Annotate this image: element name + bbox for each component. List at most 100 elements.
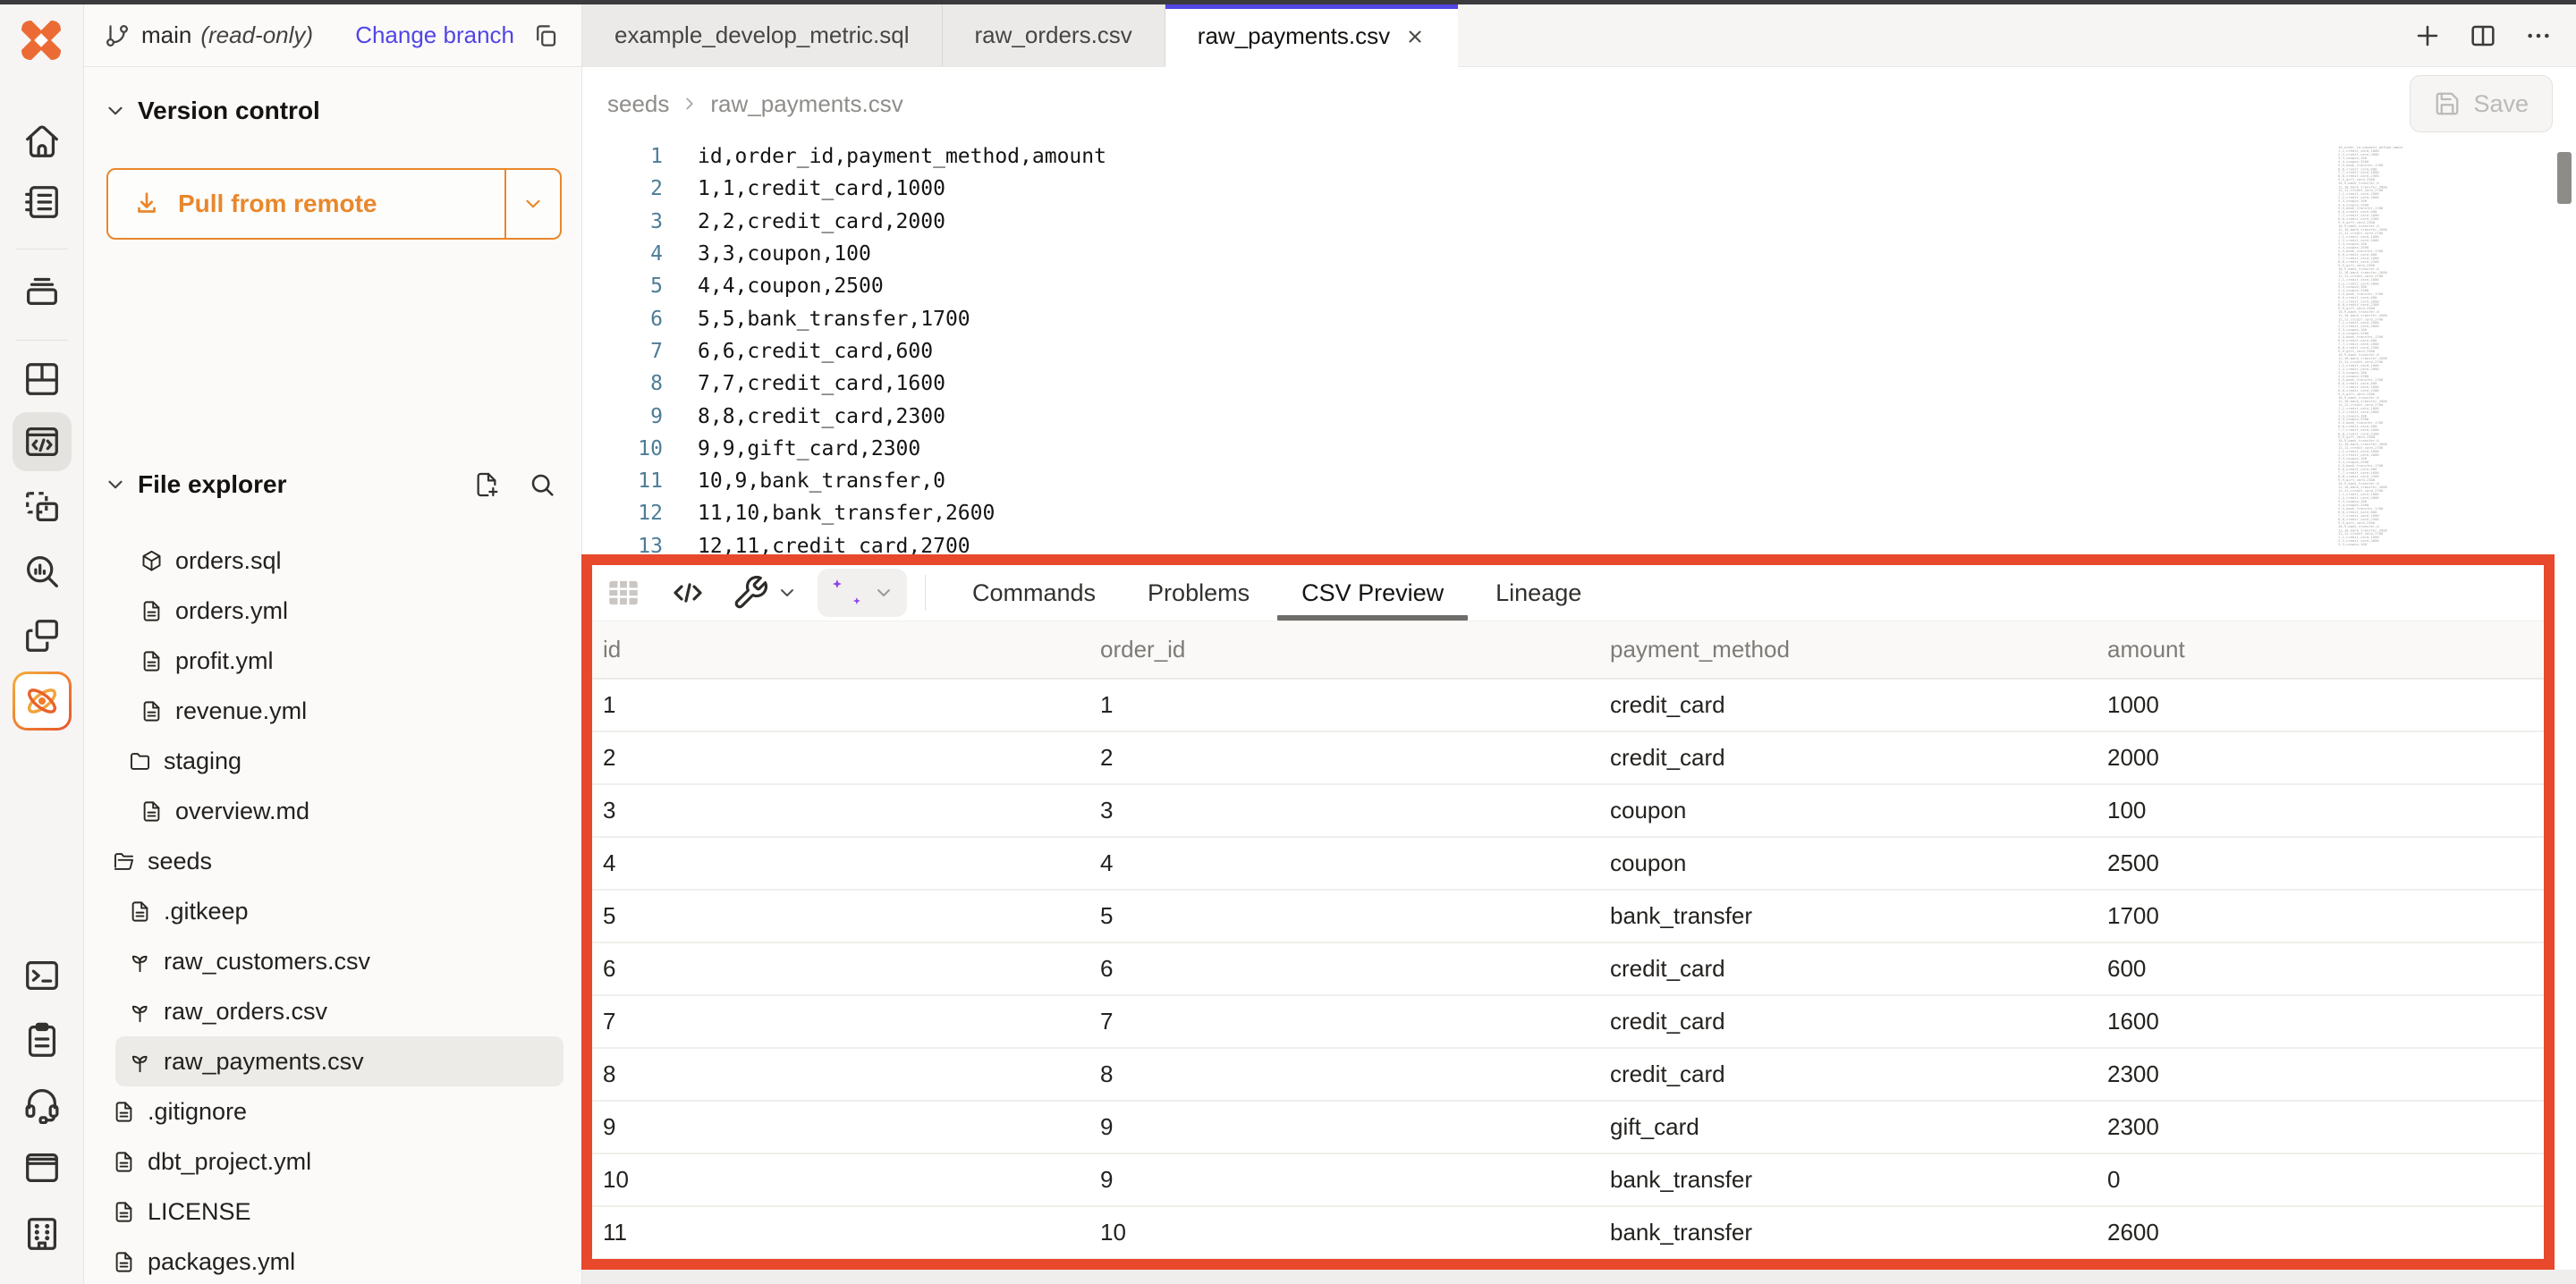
- file-item-orders.yml[interactable]: orders.yml: [127, 586, 564, 636]
- build-button[interactable]: [732, 574, 769, 612]
- code-line-13[interactable]: 1312,11,credit_card,2700: [582, 530, 2576, 554]
- file-item-staging[interactable]: staging: [115, 736, 564, 786]
- file-item-LICENSE[interactable]: LICENSE: [99, 1187, 564, 1237]
- file-item-raw_customers.csv[interactable]: raw_customers.csv: [115, 936, 564, 986]
- save-icon: [2434, 90, 2461, 117]
- file-item-raw_orders.csv[interactable]: raw_orders.csv: [115, 986, 564, 1036]
- chevron-right-icon: [680, 94, 699, 114]
- ai-assist-button[interactable]: [818, 569, 907, 617]
- line-text: 11,10,bank_transfer,2600: [663, 502, 995, 525]
- code-line-1[interactable]: 1id,order_id,payment_method,amount: [582, 140, 2576, 173]
- ai-assist-dropdown[interactable]: [873, 582, 894, 604]
- activity-notebook-button[interactable]: [13, 173, 72, 232]
- code-line-6[interactable]: 65,5,bank_transfer,1700: [582, 302, 2576, 334]
- new-tab-icon[interactable]: [2413, 21, 2442, 50]
- activity-frame-select-button[interactable]: [13, 478, 72, 537]
- split-editor-icon[interactable]: [2469, 21, 2497, 50]
- activity-clipboard-button[interactable]: [13, 1010, 72, 1069]
- file-item-profit.yml[interactable]: profit.yml: [127, 636, 564, 686]
- panel-tab-CSV Preview[interactable]: CSV Preview: [1301, 565, 1444, 621]
- activity-layers-button[interactable]: [13, 261, 72, 320]
- activity-browser-button[interactable]: [13, 1138, 72, 1197]
- code-line-10[interactable]: 109,9,gift_card,2300: [582, 433, 2576, 465]
- build-options-dropdown[interactable]: [776, 582, 798, 604]
- activity-building-button[interactable]: [13, 1204, 72, 1263]
- new-file-icon[interactable]: [472, 470, 501, 499]
- editor-scrollbar[interactable]: [2557, 152, 2572, 204]
- file-label: raw_orders.csv: [164, 998, 327, 1026]
- code-line-3[interactable]: 32,2,credit_card,2000: [582, 206, 2576, 238]
- table-cell: 2500: [2097, 849, 2544, 877]
- search-icon[interactable]: [528, 470, 556, 499]
- change-branch-link[interactable]: Change branch: [355, 21, 514, 49]
- activity-home-button[interactable]: [13, 112, 72, 171]
- code-line-8[interactable]: 87,7,credit_card,1600: [582, 367, 2576, 400]
- table-cell: coupon: [1599, 797, 2097, 824]
- table-row[interactable]: 66credit_card600: [592, 943, 2544, 996]
- table-row[interactable]: 22credit_card2000: [592, 732, 2544, 785]
- table-row[interactable]: 44coupon2500: [592, 838, 2544, 891]
- code-line-5[interactable]: 54,4,coupon,2500: [582, 270, 2576, 302]
- table-row[interactable]: 11credit_card1000: [592, 680, 2544, 732]
- table-row[interactable]: 77credit_card1600: [592, 996, 2544, 1049]
- pull-from-remote-main[interactable]: Pull from remote: [108, 170, 506, 238]
- table-cell: 10: [592, 1166, 1089, 1194]
- breadcrumb-root[interactable]: seeds: [607, 90, 669, 118]
- tab-label: raw_payments.csv: [1198, 22, 1390, 50]
- code-line-9[interactable]: 98,8,credit_card,2300: [582, 400, 2576, 432]
- table-row[interactable]: 1110bank_transfer2600: [592, 1207, 2544, 1259]
- file-label: profit.yml: [175, 647, 274, 675]
- file-explorer-header[interactable]: File explorer: [104, 470, 556, 499]
- activity-overlap-windows-button[interactable]: [13, 606, 72, 665]
- table-cell: 4: [1089, 849, 1599, 877]
- version-control-header[interactable]: Version control: [104, 97, 320, 125]
- pull-from-remote-button[interactable]: Pull from remote: [106, 168, 562, 240]
- panel-tab-Commands[interactable]: Commands: [972, 565, 1096, 621]
- dbt-logo: [13, 12, 70, 69]
- activity-dashboard-button[interactable]: [13, 350, 72, 409]
- table-row[interactable]: 88credit_card2300: [592, 1049, 2544, 1102]
- file-item-revenue.yml[interactable]: revenue.yml: [127, 686, 564, 736]
- table-row[interactable]: 33coupon100: [592, 785, 2544, 838]
- table-row[interactable]: 55bank_transfer1700: [592, 891, 2544, 943]
- editor-tab-raw_orders.csv[interactable]: raw_orders.csv: [943, 4, 1165, 66]
- activity-headset-button[interactable]: [13, 1074, 72, 1133]
- code-line-2[interactable]: 21,1,credit_card,1000: [582, 173, 2576, 205]
- file-item-dbt_project.yml[interactable]: dbt_project.yml: [99, 1136, 564, 1187]
- table-row[interactable]: 99gift_card2300: [592, 1102, 2544, 1154]
- file-item-raw_payments.csv[interactable]: raw_payments.csv: [115, 1036, 564, 1086]
- panel-tab-Lineage[interactable]: Lineage: [1496, 565, 1581, 621]
- code-line-7[interactable]: 76,6,credit_card,600: [582, 335, 2576, 367]
- file-item-overview.md[interactable]: overview.md: [127, 786, 564, 836]
- activity-code-window-button[interactable]: [13, 412, 72, 471]
- file-label: overview.md: [175, 798, 309, 825]
- results-table-button[interactable]: [605, 574, 642, 612]
- activity-search-chart-button[interactable]: [13, 542, 72, 601]
- table-cell: 2000: [2097, 744, 2544, 772]
- breadcrumb-file[interactable]: raw_payments.csv: [710, 90, 902, 118]
- minimap[interactable]: id,order_id,payment_method,amount 1,1,cr…: [2338, 146, 2402, 548]
- file-item-.gitignore[interactable]: .gitignore: [99, 1086, 564, 1136]
- table-cell: 100: [2097, 797, 2544, 824]
- more-options-icon[interactable]: [2524, 21, 2553, 50]
- close-tab-button[interactable]: [1404, 26, 1426, 47]
- code-line-12[interactable]: 1211,10,bank_transfer,2600: [582, 497, 2576, 529]
- activity-atom-ai-button[interactable]: [13, 672, 72, 731]
- code-line-4[interactable]: 43,3,coupon,100: [582, 238, 2576, 270]
- code-line-11[interactable]: 1110,9,bank_transfer,0: [582, 465, 2576, 497]
- file-item-orders.sql[interactable]: orders.sql: [127, 536, 564, 586]
- copy-branch-button[interactable]: [532, 22, 559, 49]
- activity-terminal-button[interactable]: [13, 946, 72, 1005]
- compiled-code-button[interactable]: [669, 574, 707, 612]
- panel-tab-Problems[interactable]: Problems: [1148, 565, 1250, 621]
- pull-options-dropdown[interactable]: [506, 170, 560, 238]
- table-row[interactable]: 109bank_transfer0: [592, 1154, 2544, 1207]
- editor-tab-raw_payments.csv[interactable]: raw_payments.csv: [1165, 4, 1458, 68]
- file-item-.gitkeep[interactable]: .gitkeep: [115, 886, 564, 936]
- save-button[interactable]: Save: [2410, 75, 2553, 132]
- frame-select-icon: [21, 487, 63, 528]
- editor-tab-example_develop_metric.sql[interactable]: example_develop_metric.sql: [582, 4, 943, 66]
- file-item-seeds[interactable]: seeds: [99, 836, 564, 886]
- file-item-packages.yml[interactable]: packages.yml: [99, 1237, 564, 1284]
- code-editor[interactable]: 1id,order_id,payment_method,amount21,1,c…: [582, 140, 2576, 554]
